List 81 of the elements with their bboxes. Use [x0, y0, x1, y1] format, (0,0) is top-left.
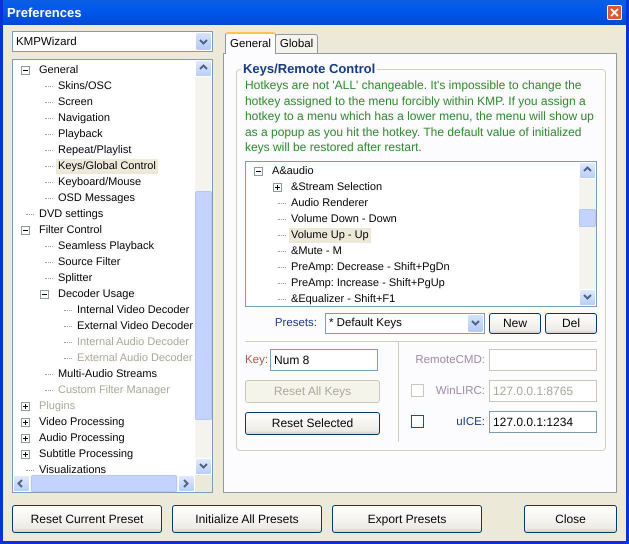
group-title: Keys/Remote Control — [241, 61, 378, 76]
reset-button[interactable]: Reset Selected — [245, 412, 380, 434]
vertical-scrollbar[interactable] — [579, 162, 596, 306]
tab[interactable]: General — [225, 32, 276, 54]
tree-item[interactable]: OSD Messages — [56, 190, 138, 206]
checkbox[interactable] — [411, 415, 424, 428]
tree-item[interactable]: Skins/OSC — [56, 78, 114, 94]
remote-label: WinLIRC: — [434, 384, 486, 396]
scroll-thumb[interactable] — [195, 191, 212, 420]
preset-button[interactable]: New — [489, 312, 541, 334]
tree-item[interactable]: &Stream Selection — [289, 180, 384, 195]
address-field[interactable]: 127.0.0.1:1234 — [489, 410, 597, 432]
tree-item[interactable]: Splitter — [56, 270, 94, 286]
tree-item[interactable]: Playback — [56, 126, 105, 142]
tree-item[interactable]: Seamless Playback — [56, 238, 156, 254]
info-text: Hotkeys are not 'ALL' changeable. It's impossible to change the hotkey assigned to the menu forcibly within KMP. If you assign a hotkey to a menu which has a lower menu, the menu will show up as a popup as you hit the hotkey. The default value of initialized keys will be restored after restart. — [245, 78, 595, 156]
chevron-down-icon — [471, 320, 480, 326]
tree-item[interactable]: Decoder Usage — [56, 286, 136, 302]
arrow-down-icon — [582, 292, 593, 302]
tree-item[interactable]: Keys/Global Control — [56, 158, 158, 174]
tree-item[interactable]: &Equalizer - Shift+F1 — [289, 292, 398, 306]
horizontal-scrollbar[interactable] — [13, 475, 195, 492]
plus-box-icon[interactable] — [21, 418, 30, 426]
tree-item[interactable]: DVD settings — [37, 206, 106, 222]
scroll-thumb[interactable] — [579, 209, 596, 227]
tree-item[interactable]: External Video Decoder — [75, 318, 195, 334]
tree-item[interactable]: Visualizations — [37, 462, 108, 475]
tree-item[interactable]: Video Processing — [37, 414, 126, 430]
tree-item[interactable]: PreAmp: Decrease - Shift+PgDn — [289, 260, 452, 275]
chevron-down-icon — [199, 38, 208, 44]
scrollbar-corner — [195, 475, 212, 492]
tree-item[interactable]: Screen — [56, 94, 95, 110]
profile-dropdown[interactable]: KMPWizard — [12, 31, 213, 52]
tree-item[interactable]: Audio Processing — [37, 430, 127, 446]
tab[interactable]: Global — [274, 34, 318, 53]
scroll-up-button[interactable] — [579, 162, 596, 178]
remote-label: RemoteCMD: — [414, 354, 486, 366]
key-label: Key: — [245, 354, 268, 366]
tree-item[interactable]: PreAmp: Increase - Shift+PgUp — [289, 276, 447, 291]
dialog-button[interactable]: Reset Current Preset — [12, 505, 162, 533]
key-field[interactable]: Num 8 — [270, 348, 378, 370]
tree-item[interactable]: Navigation — [56, 110, 112, 126]
tree-item[interactable]: Volume Down - Down — [289, 212, 399, 227]
tree-item[interactable]: A&audio — [270, 164, 316, 179]
plus-box-icon[interactable] — [273, 183, 282, 192]
scroll-up-button[interactable] — [195, 60, 212, 77]
dropdown-button[interactable] — [468, 314, 483, 332]
plus-box-icon[interactable] — [21, 450, 30, 458]
dialog-button[interactable]: Close — [524, 505, 617, 533]
presets-label: Presets: — [274, 317, 318, 329]
minus-box-icon[interactable] — [40, 290, 49, 298]
tree-item[interactable]: Source Filter — [56, 254, 122, 270]
tree-item[interactable]: Subtitle Processing — [37, 446, 136, 462]
minus-box-icon[interactable] — [21, 226, 30, 234]
scroll-left-button[interactable] — [13, 475, 30, 492]
tree-item[interactable]: General — [37, 62, 80, 78]
close-icon — [610, 8, 619, 17]
minus-box-icon[interactable] — [254, 167, 263, 176]
dialog-button[interactable]: Export Presets — [332, 505, 482, 533]
window-title: Preferences — [7, 5, 82, 20]
tree-item[interactable]: Volume Up - Up — [289, 228, 371, 243]
presets-dropdown[interactable]: * Default Keys — [325, 312, 485, 334]
remote-label: uICE: — [455, 416, 486, 428]
minus-box-icon[interactable] — [21, 66, 30, 74]
tree-item[interactable]: Keyboard/Mouse — [56, 174, 144, 190]
tree-item[interactable]: &Mute - M — [289, 244, 344, 259]
tree-item[interactable]: Repeat/Playlist — [56, 142, 134, 158]
tree-item[interactable]: Filter Control — [37, 222, 104, 238]
plus-box-icon[interactable] — [21, 434, 30, 442]
scroll-right-button[interactable] — [178, 475, 195, 492]
tree-item[interactable]: Audio Renderer — [289, 196, 370, 211]
close-button[interactable] — [607, 5, 622, 20]
scroll-thumb[interactable] — [31, 475, 177, 492]
dialog-button[interactable]: Initialize All Presets — [172, 505, 322, 533]
scroll-down-button[interactable] — [579, 288, 596, 306]
tree-item[interactable]: Internal Video Decoder — [75, 302, 192, 318]
dropdown-button[interactable] — [196, 33, 211, 50]
preset-button[interactable]: Del — [545, 312, 597, 334]
vertical-scrollbar[interactable] — [195, 60, 212, 475]
scroll-down-button[interactable] — [195, 458, 212, 475]
tree-item[interactable]: Multi-Audio Streams — [56, 366, 160, 382]
